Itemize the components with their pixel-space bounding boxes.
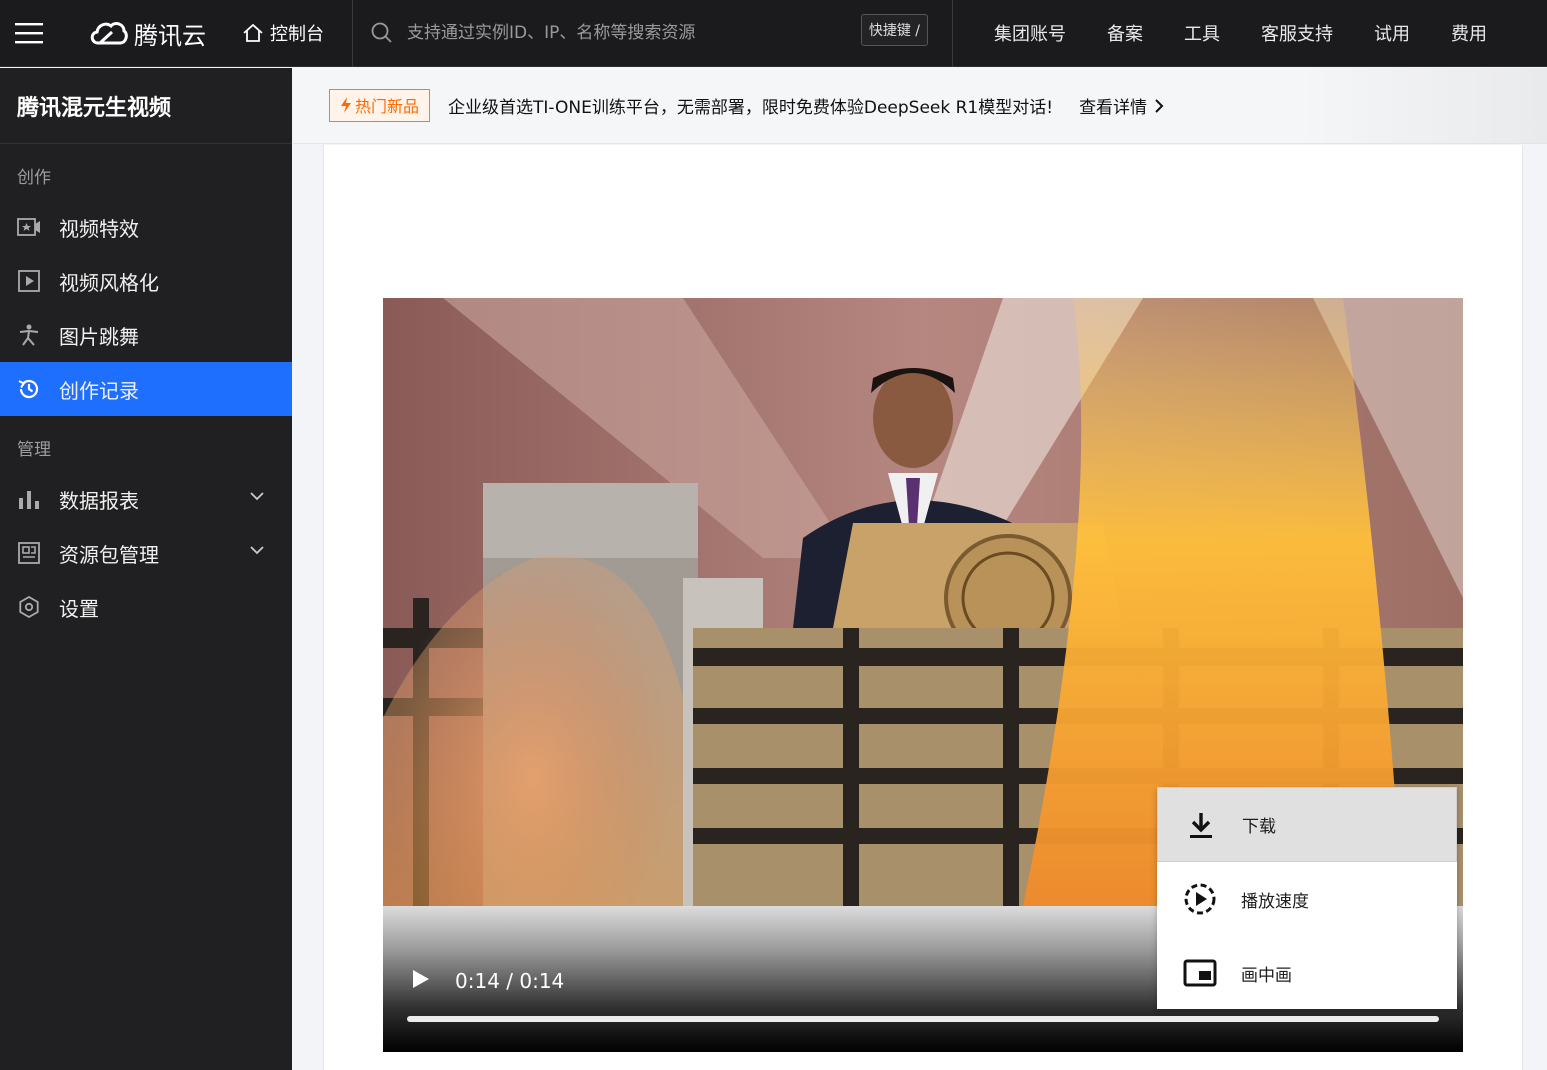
video-context-menu: 下载 播放速度 画中画 <box>1157 787 1457 1009</box>
sidebar-item-creation-history[interactable]: 创作记录 <box>0 362 292 416</box>
menu-item-label: 画中画 <box>1241 965 1292 986</box>
lightning-icon <box>341 97 351 113</box>
video-play-icon <box>17 269 41 293</box>
topnav-billing[interactable]: 费用 <box>1451 20 1487 46</box>
video-time: 0:14 / 0:14 <box>455 969 565 993</box>
menu-item-label: 播放速度 <box>1241 891 1309 912</box>
topnav-support[interactable]: 客服支持 <box>1261 20 1333 46</box>
tencent-cloud-logo[interactable]: 腾讯云 <box>88 16 212 51</box>
playback-speed-icon <box>1181 882 1219 916</box>
banner-text: 企业级首选TI-ONE训练平台，无需部署，限时免费体验DeepSeek R1模型… <box>448 98 1054 118</box>
chevron-down-icon[interactable] <box>250 491 264 501</box>
sidebar-item-video-stylize[interactable]: 视频风格化 <box>0 254 292 308</box>
menu-icon[interactable] <box>0 0 58 67</box>
sidebar-item-settings[interactable]: 设置 <box>0 580 292 634</box>
sidebar-item-label: 资源包管理 <box>59 542 159 567</box>
sidebar-item-video-effects[interactable]: 视频特效 <box>0 200 292 254</box>
banner-link-label: 查看详情 <box>1079 98 1148 118</box>
play-icon[interactable] <box>411 968 431 990</box>
console-link[interactable]: 控制台 <box>242 0 353 67</box>
menu-item-picture-in-picture[interactable]: 画中画 <box>1157 936 1457 1010</box>
sidebar-item-data-reports[interactable]: 数据报表 <box>0 472 292 526</box>
hot-new-badge: 热门新品 <box>329 89 431 122</box>
badge-label: 热门新品 <box>355 97 420 116</box>
topnav-tools[interactable]: 工具 <box>1184 20 1220 46</box>
console-label: 控制台 <box>270 24 324 45</box>
sidebar-item-label: 设置 <box>59 596 99 621</box>
chevron-right-icon <box>1155 98 1164 113</box>
cloud-logo-icon <box>90 22 128 45</box>
topnav-trial[interactable]: 试用 <box>1374 20 1410 46</box>
global-search: 快捷键 / <box>353 0 953 67</box>
search-input[interactable] <box>407 23 827 43</box>
video-progress-bar[interactable] <box>407 1016 1439 1022</box>
download-icon <box>1182 811 1220 839</box>
chevron-down-icon[interactable] <box>250 545 264 555</box>
product-title: 腾讯混元生视频 <box>0 68 292 144</box>
sidebar-item-label: 视频特效 <box>59 216 139 241</box>
package-icon <box>17 541 41 565</box>
topnav-group-account[interactable]: 集团账号 <box>994 20 1066 46</box>
top-nav-links: 集团账号 备案 工具 客服支持 试用 费用 <box>953 0 1487 67</box>
menu-item-label: 下载 <box>1242 817 1276 837</box>
settings-icon <box>17 595 41 619</box>
group-label-manage: 管理 <box>17 440 51 460</box>
group-label-create: 创作 <box>17 168 51 188</box>
sidebar-item-label: 数据报表 <box>59 488 139 513</box>
dance-icon <box>17 323 41 347</box>
sidebar-item-label: 视频风格化 <box>59 270 159 295</box>
sidebar-item-label: 创作记录 <box>59 378 139 403</box>
menu-item-download[interactable]: 下载 <box>1157 787 1457 862</box>
promo-banner: 热门新品 企业级首选TI-ONE训练平台，无需部署，限时免费体验DeepSeek… <box>293 68 1547 144</box>
history-icon <box>17 377 41 401</box>
sidebar-item-image-dance[interactable]: 图片跳舞 <box>0 308 292 362</box>
video-effect-icon <box>17 215 41 239</box>
menu-item-playback-speed[interactable]: 播放速度 <box>1157 862 1457 936</box>
top-navigation-bar: 腾讯云 控制台 快捷键 / 集团账号 备案 工具 客服支持 试用 费用 <box>0 0 1547 67</box>
banner-details-link[interactable]: 查看详情 <box>1079 93 1165 118</box>
picture-in-picture-icon <box>1181 959 1219 987</box>
bar-chart-icon <box>17 487 41 511</box>
home-icon <box>243 23 263 42</box>
sidebar: 腾讯混元生视频 创作 视频特效 视频风格化 图片跳舞 创作记录 管理 数据报表 <box>0 68 292 1070</box>
topnav-filing[interactable]: 备案 <box>1107 20 1143 46</box>
sidebar-item-resource-packages[interactable]: 资源包管理 <box>0 526 292 580</box>
search-icon <box>371 22 392 43</box>
logo-text: 腾讯云 <box>134 21 206 50</box>
sidebar-item-label: 图片跳舞 <box>59 324 139 349</box>
shortcut-key-badge[interactable]: 快捷键 / <box>860 13 928 46</box>
